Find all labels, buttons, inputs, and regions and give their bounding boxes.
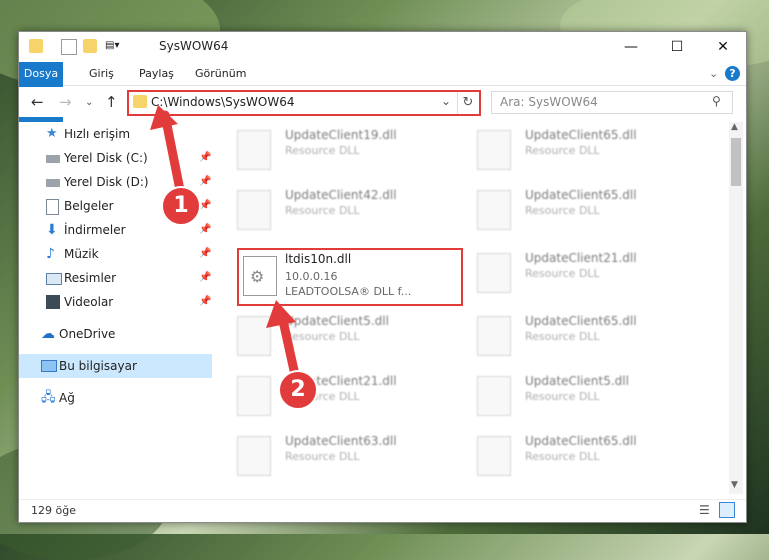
- dll-file-icon: [477, 316, 511, 356]
- ribbon-tabs: Dosya Giriş Paylaş Görünüm ⌄ ?: [19, 62, 746, 122]
- star-icon: ★: [46, 126, 58, 141]
- address-path: C:\Windows\SysWOW64: [151, 95, 295, 109]
- file-item[interactable]: UpdateClient19.dll Resource DLL: [219, 122, 444, 182]
- file-item[interactable]: UpdateClient65.dll Resource DLL: [459, 428, 684, 488]
- vertical-scrollbar[interactable]: ▲ ▼: [729, 122, 743, 494]
- file-item[interactable]: UpdateClient5.dll Resource DLL: [459, 368, 684, 428]
- scroll-up-icon[interactable]: ▲: [731, 122, 738, 132]
- music-icon: ♪: [46, 246, 55, 262]
- window-title: SysWOW64: [159, 39, 229, 53]
- tab-view[interactable]: Görünüm: [187, 62, 254, 85]
- expand-ribbon-icon[interactable]: ⌄: [701, 62, 726, 85]
- address-bar[interactable]: C:\Windows\SysWOW64 ⌄ ↻: [127, 90, 481, 116]
- status-bar: 129 öğe ☰: [19, 499, 746, 522]
- scroll-down-icon[interactable]: ▼: [731, 480, 738, 490]
- pin-icon[interactable]: 📌: [199, 170, 211, 194]
- file-item[interactable]: UpdateClient42.dll Resource DLL: [219, 182, 444, 242]
- title-bar: ▤▾ SysWOW64 — ☐ ✕: [19, 32, 746, 62]
- file-item[interactable]: UpdateClient21.dll Resource DLL: [219, 368, 444, 428]
- dll-file-icon: [237, 130, 271, 170]
- file-item[interactable]: UpdateClient21.dll Resource DLL: [459, 245, 684, 305]
- sidebar-item-quick-access[interactable]: ★ Hızlı erişim: [19, 122, 212, 146]
- sidebar-item-network[interactable]: 🖧 Ağ: [19, 386, 212, 410]
- scrollbar-thumb[interactable]: [731, 138, 741, 186]
- sidebar-item-onedrive[interactable]: ☁ OneDrive: [19, 322, 212, 346]
- callout-2: 2: [278, 370, 318, 410]
- pin-icon[interactable]: 📌: [199, 242, 211, 266]
- folder-icon: [133, 95, 147, 108]
- dll-file-icon: [477, 190, 511, 230]
- help-icon[interactable]: ?: [725, 66, 740, 81]
- drive-icon: [46, 155, 60, 163]
- file-item[interactable]: UpdateClient63.dll Resource DLL: [219, 428, 444, 488]
- item-count: 129 öğe: [31, 504, 76, 517]
- dll-file-icon: [477, 436, 511, 476]
- recent-locations-icon[interactable]: ⌄: [85, 97, 93, 108]
- highlight-box: [237, 248, 463, 306]
- navigation-bar: ← → ⌄ ↑ C:\Windows\SysWOW64 ⌄ ↻ Ara: Sys…: [19, 87, 746, 117]
- new-folder-icon[interactable]: [83, 39, 97, 53]
- cloud-icon: ☁: [41, 326, 55, 342]
- folder-icon: [29, 39, 43, 53]
- tab-home[interactable]: Giriş: [81, 62, 122, 85]
- file-item[interactable]: UpdateClient65.dll Resource DLL: [459, 122, 684, 182]
- documents-icon: [46, 199, 59, 215]
- dll-file-icon: [477, 130, 511, 170]
- videos-icon: [46, 295, 60, 309]
- pin-icon[interactable]: 📌: [199, 266, 211, 290]
- pin-icon[interactable]: 📌: [199, 290, 211, 314]
- drive-icon: [46, 179, 60, 187]
- up-arrow-icon[interactable]: ↑: [105, 93, 118, 111]
- download-icon: ⬇: [46, 222, 58, 238]
- navigation-pane: ★ Hızlı erişim Yerel Disk (C:) 📌 Yerel D…: [19, 122, 212, 482]
- file-list: UpdateClient19.dll Resource DLL UpdateCl…: [219, 122, 727, 492]
- file-item[interactable]: UpdateClient65.dll Resource DLL: [459, 308, 684, 368]
- forward-arrow-icon[interactable]: →: [59, 93, 72, 111]
- dll-file-icon: [237, 436, 271, 476]
- minimize-button[interactable]: —: [608, 32, 654, 62]
- search-icon: ⚲: [712, 94, 721, 108]
- computer-icon: [41, 360, 57, 372]
- explorer-window: ▤▾ SysWOW64 — ☐ ✕ Dosya Giriş Paylaş Gör…: [18, 31, 747, 523]
- network-icon: 🖧: [41, 390, 56, 405]
- maximize-button[interactable]: ☐: [654, 32, 700, 62]
- tiles-view-icon[interactable]: [719, 502, 735, 518]
- dll-file-icon: [477, 253, 511, 293]
- sidebar-item-music[interactable]: ♪ Müzik 📌: [19, 242, 212, 266]
- sidebar-item-pictures[interactable]: Resimler 📌: [19, 266, 212, 290]
- dll-file-icon: [237, 190, 271, 230]
- refresh-icon[interactable]: ↻: [457, 92, 478, 114]
- file-item[interactable]: UpdateClient65.dll Resource DLL: [459, 182, 684, 242]
- dll-file-icon: [237, 376, 271, 416]
- properties-icon[interactable]: [61, 39, 77, 55]
- close-button[interactable]: ✕: [700, 32, 746, 62]
- customize-toolbar-icon[interactable]: ▤▾: [105, 39, 125, 53]
- tab-share[interactable]: Paylaş: [131, 62, 182, 85]
- search-placeholder: Ara: SysWOW64: [500, 95, 598, 109]
- file-item[interactable]: UpdateClient5.dll Resource DLL: [219, 308, 444, 368]
- sidebar-item-videos[interactable]: Videolar 📌: [19, 290, 212, 314]
- dll-file-icon: [237, 316, 271, 356]
- details-view-icon[interactable]: ☰: [699, 503, 710, 517]
- address-dropdown-icon[interactable]: ⌄: [441, 94, 451, 108]
- callout-1: 1: [161, 186, 201, 226]
- pictures-icon: [46, 273, 62, 285]
- pin-icon[interactable]: 📌: [199, 146, 211, 170]
- search-box[interactable]: Ara: SysWOW64 ⚲: [491, 91, 733, 114]
- sidebar-item-this-pc[interactable]: Bu bilgisayar: [19, 354, 212, 378]
- dll-file-icon: [477, 376, 511, 416]
- back-arrow-icon[interactable]: ←: [31, 93, 44, 111]
- sidebar-item-disk-c[interactable]: Yerel Disk (C:) 📌: [19, 146, 212, 170]
- pin-icon[interactable]: 📌: [199, 218, 211, 242]
